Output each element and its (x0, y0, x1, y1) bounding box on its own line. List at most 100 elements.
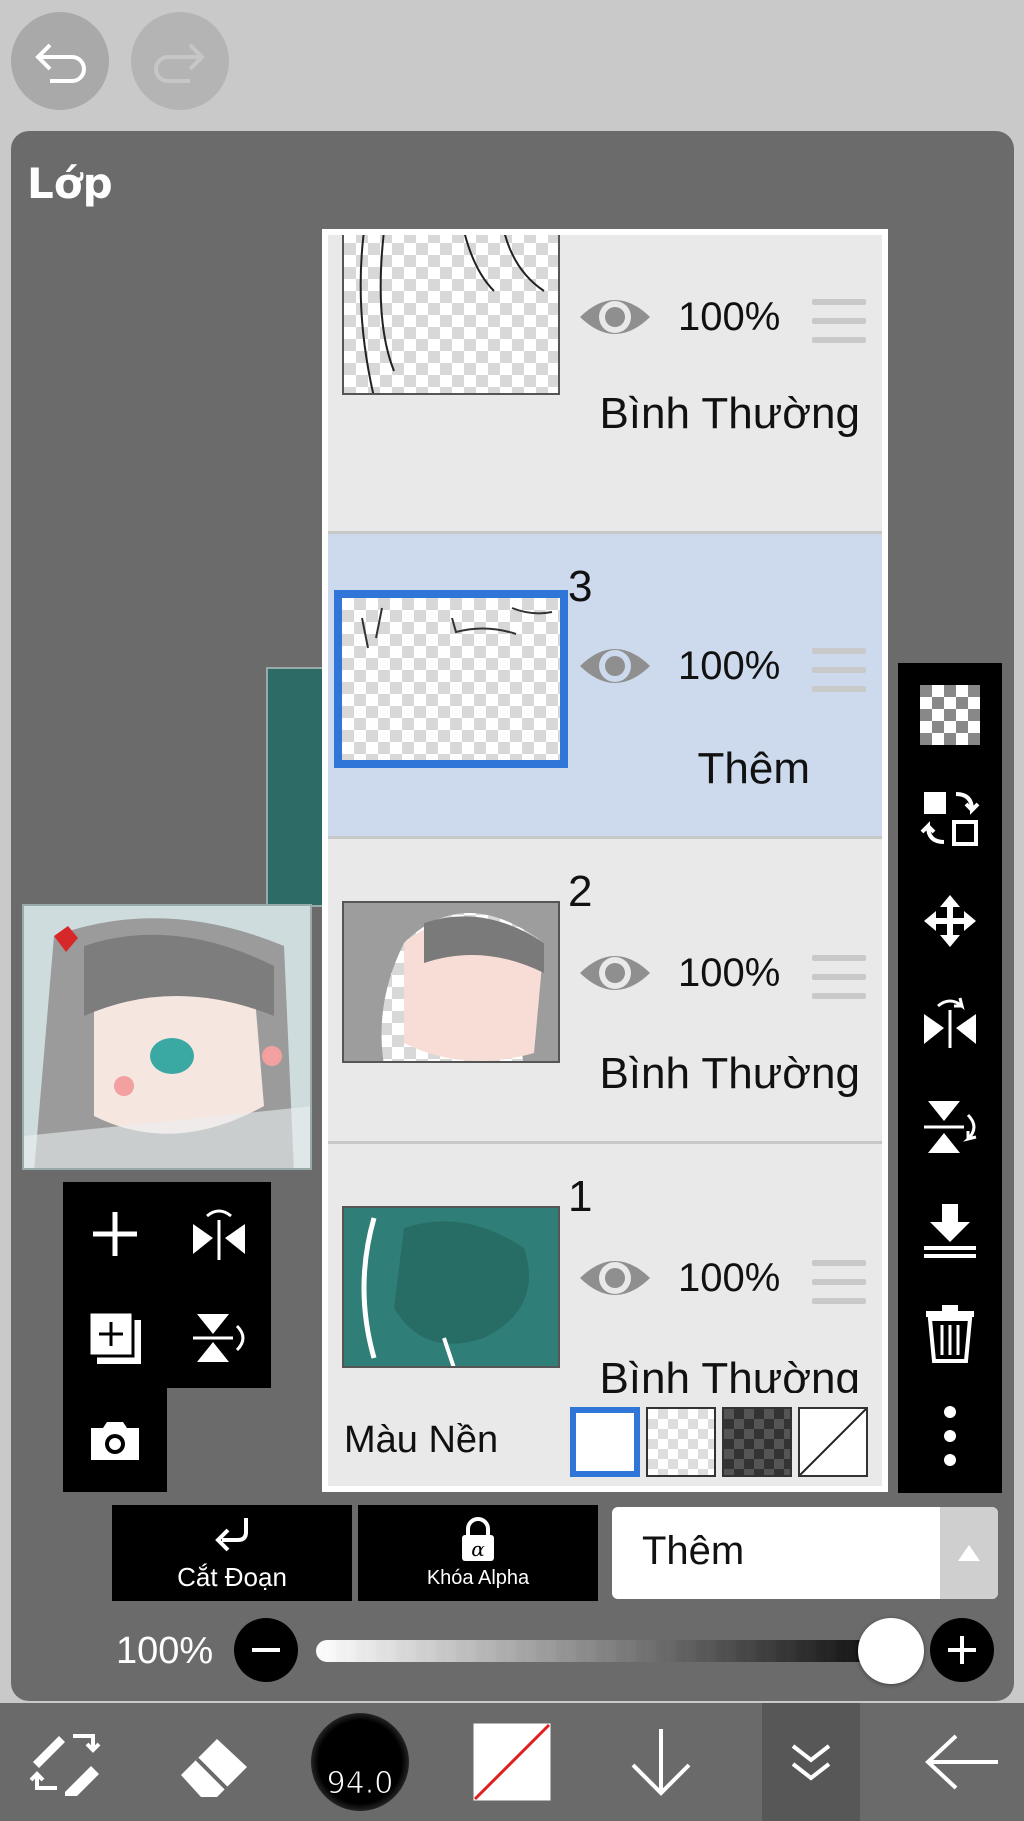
visibility-eye-icon[interactable] (578, 947, 652, 999)
flip-canvas-horizontal-button[interactable] (167, 1182, 271, 1286)
flip-horizontal-button[interactable] (898, 972, 1002, 1075)
move-layer-down-button[interactable] (616, 1703, 706, 1821)
layer-opacity: 100% (678, 644, 781, 688)
plus-icon (93, 1212, 137, 1256)
undo-icon (35, 43, 86, 83)
opacity-decrease-button[interactable] (234, 1618, 298, 1682)
opacity-slider-row: 100% (0, 1616, 1024, 1686)
layer-row-4[interactable]: 100% Bình Thường (328, 235, 882, 534)
minus-icon (252, 1648, 280, 1652)
move-button[interactable] (898, 869, 1002, 972)
redo-icon (154, 43, 205, 83)
layers-toggle-button[interactable] (762, 1703, 860, 1821)
color-picker-button[interactable] (470, 1703, 554, 1821)
panel-title: Lớp (27, 159, 113, 208)
reorder-handle-icon[interactable] (812, 955, 866, 1012)
tool-switch-button[interactable] (10, 1703, 120, 1821)
reorder-handle-icon[interactable] (812, 648, 866, 705)
swap-layer-button[interactable] (898, 766, 1002, 869)
opacity-slider-track[interactable] (316, 1640, 886, 1662)
duplicate-layer-button[interactable] (63, 1286, 167, 1390)
layer-blend-mode: Thêm (697, 744, 810, 793)
layer-row-3[interactable]: 3 100% Thêm (328, 534, 882, 839)
visibility-eye-icon[interactable] (578, 640, 652, 692)
arrow-down-icon (631, 1729, 691, 1796)
duplicate-layer-icon (87, 1310, 141, 1364)
triangle-up-icon (940, 1507, 998, 1599)
alpha-lock-label: Khóa Alpha (426, 1566, 530, 1589)
delete-layer-button[interactable] (898, 1281, 1002, 1384)
visibility-eye-icon[interactable] (578, 1252, 652, 1304)
layer-opacity: 100% (678, 1256, 781, 1300)
opacity-slider-knob[interactable] (858, 1618, 924, 1684)
undo-button[interactable] (11, 12, 109, 110)
transparency-checker-button[interactable] (898, 663, 1002, 766)
layer-number: 2 (568, 867, 593, 916)
layer-thumbnail (342, 1206, 560, 1368)
reorder-handle-icon[interactable] (812, 1260, 866, 1317)
clipping-arrow-icon (215, 1517, 248, 1551)
visibility-eye-icon[interactable] (578, 291, 652, 343)
lock-icon: α (462, 1516, 494, 1561)
blend-mode-select[interactable]: Thêm (612, 1507, 998, 1599)
layer-list-inner: 100% Bình Thường 3 100% Thêm 2 100% Bình… (328, 235, 882, 1486)
flip-horizontal-icon (924, 997, 976, 1048)
eraser-icon (181, 1739, 247, 1797)
bg-none-swatch[interactable] (798, 1407, 868, 1477)
swap-layer-icon (920, 791, 980, 846)
brush-size-button[interactable]: 94.0 (308, 1703, 412, 1821)
import-photo-button[interactable] (63, 1388, 167, 1492)
bg-dark-checker-swatch[interactable] (722, 1407, 792, 1477)
canvas-preview-back (266, 667, 326, 907)
reorder-handle-icon[interactable] (812, 299, 866, 356)
plus-icon (948, 1636, 976, 1664)
double-chevron-down-icon (791, 1744, 831, 1781)
bg-light-checker-swatch[interactable] (646, 1407, 716, 1477)
opacity-value-label: 100% (116, 1630, 214, 1672)
opacity-increase-button[interactable] (930, 1618, 994, 1682)
background-color-row: Màu Nền (328, 1393, 882, 1486)
layer-blend-mode: Bình Thường (599, 1049, 860, 1098)
eraser-button[interactable] (160, 1703, 270, 1821)
blend-mode-value: Thêm (642, 1529, 745, 1573)
layer-opacity: 100% (678, 951, 781, 995)
brush-eraser-swap-icon (29, 1734, 101, 1796)
flip-horizontal-icon (193, 1209, 245, 1260)
move-arrows-icon (924, 894, 976, 947)
brush-size-label: 94.0 (326, 1766, 394, 1802)
artwork-thumbnail (24, 906, 310, 1168)
svg-text:α: α (471, 1537, 485, 1561)
flip-vertical-icon (193, 1314, 245, 1362)
alpha-lock-button[interactable]: α Khóa Alpha (358, 1505, 598, 1601)
bg-white-swatch[interactable] (570, 1407, 640, 1477)
canvas-preview[interactable] (22, 904, 312, 1170)
layer-list[interactable]: 100% Bình Thường 3 100% Thêm 2 100% Bình… (322, 229, 888, 1492)
flip-vertical-button[interactable] (898, 1075, 1002, 1178)
flip-canvas-vertical-button[interactable] (167, 1286, 271, 1390)
background-label: Màu Nền (344, 1419, 499, 1461)
layer-number: 1 (568, 1172, 593, 1221)
layer-blend-mode: Bình Thường (599, 389, 860, 438)
layer-thumbnail (334, 590, 568, 768)
redo-button[interactable] (131, 12, 229, 110)
layer-row-2[interactable]: 2 100% Bình Thường (328, 839, 882, 1144)
layer-thumbnail (342, 235, 560, 395)
arrow-left-icon (925, 1734, 998, 1790)
clipping-button[interactable]: Cắt Đoạn (112, 1505, 352, 1601)
more-options-button[interactable] (898, 1384, 1002, 1487)
trash-icon (926, 1304, 974, 1363)
merge-down-button[interactable] (898, 1178, 1002, 1281)
layer-thumbnail (342, 901, 560, 1063)
layer-opacity: 100% (678, 295, 781, 339)
merge-down-icon (924, 1203, 976, 1258)
clipping-label: Cắt Đoạn (177, 1561, 287, 1592)
layer-side-toolbar (898, 663, 1002, 1493)
flip-vertical-icon (924, 1100, 977, 1153)
add-layer-button[interactable] (63, 1182, 167, 1286)
color-swatch-icon (473, 1723, 551, 1801)
brush-size-circle-icon: 94.0 (311, 1713, 409, 1811)
checkerboard-icon (920, 684, 980, 745)
back-button[interactable] (910, 1703, 1014, 1821)
layer-number: 3 (568, 562, 593, 611)
more-vertical-icon (944, 1405, 956, 1466)
